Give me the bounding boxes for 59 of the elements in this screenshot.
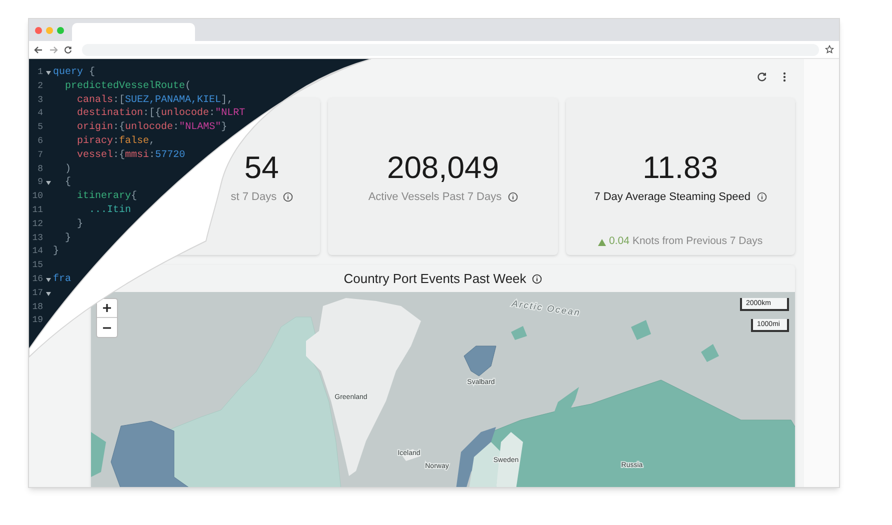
code-line: itinerary{ [76,190,138,204]
line-number: 19 [31,314,43,328]
stat-value: 54 [244,150,279,186]
fold-triangle-icon[interactable] [46,181,50,186]
line-number: 13 [31,232,43,245]
stat-value: 208,049 [386,150,500,186]
line-number: 16 [31,272,43,286]
map-title: Country Port Events Past Week [344,270,526,288]
line-number: 8 [36,162,43,176]
code-line: canals:[SUEZ,PANAMA,KIEL], [76,94,234,108]
star-icon[interactable] [825,45,834,54]
line-number: 4 [36,107,43,120]
line-number: 9 [36,176,43,190]
fold-triangle-icon[interactable] [46,70,50,75]
stat-label: Active Vessels Past 7 Days [368,190,502,205]
info-icon[interactable] [756,192,766,202]
line-number: 18 [31,300,43,314]
code-line: } [76,218,84,232]
code-line: } [53,245,60,260]
line-number: 1 [36,66,43,79]
minus-icon [103,326,111,328]
code-line: query { [53,66,96,80]
more-options-icon[interactable] [783,72,786,82]
code-line: fra [53,272,72,287]
code-line: piracy:false, [76,134,156,149]
code-line: vessel:{mmsi:57720 [76,148,186,163]
code-line: origin:{unlocode:"NLAMS"} [76,121,228,135]
info-icon[interactable] [282,192,293,202]
fold-triangle-icon[interactable] [46,278,50,282]
code-line: } [64,232,72,246]
code-line: ...Itin [88,204,132,218]
stat-label: 7 Day Average Steaming Speed [594,190,750,205]
ocean-label: Arctic Ocean [511,298,582,318]
line-number: 3 [36,94,43,107]
line-number: 10 [31,190,43,204]
code-line: destination:[{unlocode:"NLRT [76,107,246,122]
delta-value: 0.04 [609,234,630,250]
line-number: 2 [36,80,43,93]
plus-icon [103,304,111,312]
code-line: ) [64,162,72,176]
info-icon[interactable] [508,192,518,202]
line-number: 6 [36,134,43,148]
info-icon[interactable] [532,274,542,284]
line-number: 12 [31,218,43,231]
fold-triangle-icon[interactable] [46,292,50,296]
line-number: 14 [31,245,43,258]
stat-value: 11.83 [642,150,718,186]
line-number: 17 [31,286,43,300]
line-number: 5 [36,121,43,134]
line-number: 7 [36,148,43,162]
refresh-icon[interactable] [757,72,767,82]
delta-text: Knots from Previous 7 Days [632,234,763,250]
line-number: 11 [31,204,43,217]
line-number: 15 [31,259,43,272]
stat-label: st 7 Days [230,190,277,205]
code-line: predictedVesselRoute( [64,80,192,94]
back-arrow-icon[interactable] [34,46,43,54]
code-line: { [64,176,72,190]
reload-icon[interactable] [64,46,72,54]
